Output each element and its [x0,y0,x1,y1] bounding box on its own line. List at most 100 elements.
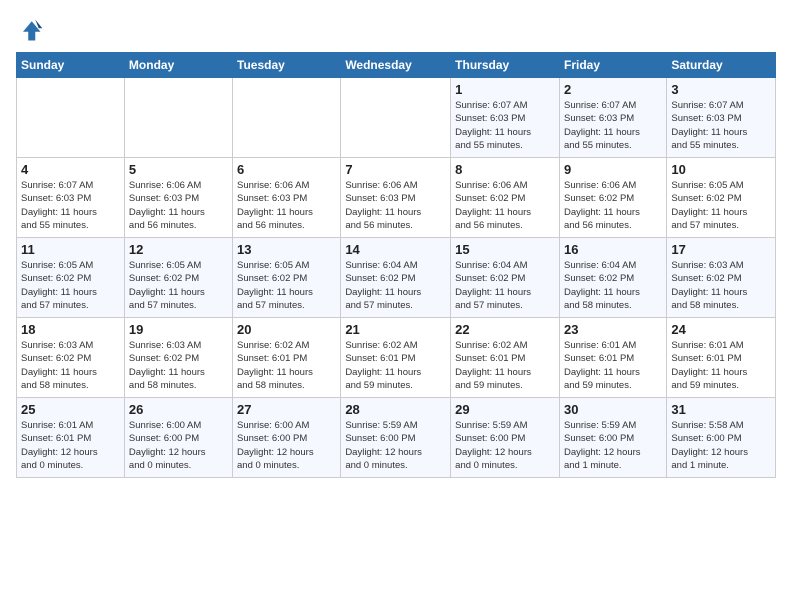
day-number: 19 [129,322,228,337]
day-number: 3 [671,82,771,97]
day-number: 18 [21,322,120,337]
day-info: Sunrise: 6:02 AM Sunset: 6:01 PM Dayligh… [237,339,336,392]
day-number: 8 [455,162,555,177]
calendar-cell: 7 Sunrise: 6:06 AM Sunset: 6:03 PM Daylig… [341,158,451,238]
weekday-header-thursday: Thursday [451,53,560,78]
calendar-cell: 26 Sunrise: 6:00 AM Sunset: 6:00 PM Dayli… [124,398,232,478]
calendar-cell: 27 Sunrise: 6:00 AM Sunset: 6:00 PM Dayli… [233,398,341,478]
calendar-cell [341,78,451,158]
day-info: Sunrise: 6:05 AM Sunset: 6:02 PM Dayligh… [21,259,120,312]
day-number: 21 [345,322,446,337]
day-number: 24 [671,322,771,337]
day-number: 25 [21,402,120,417]
calendar-week-row: 18 Sunrise: 6:03 AM Sunset: 6:02 PM Dayli… [17,318,776,398]
day-info: Sunrise: 6:07 AM Sunset: 6:03 PM Dayligh… [21,179,120,232]
day-info: Sunrise: 5:59 AM Sunset: 6:00 PM Dayligh… [564,419,662,472]
calendar-cell: 31 Sunrise: 5:58 AM Sunset: 6:00 PM Dayli… [667,398,776,478]
calendar-cell: 12Sunrise: 6:05 AM Sunset: 6:02 PM Dayli… [124,238,232,318]
calendar-week-row: 25 Sunrise: 6:01 AM Sunset: 6:01 PM Dayli… [17,398,776,478]
day-info: Sunrise: 6:05 AM Sunset: 6:02 PM Dayligh… [671,179,771,232]
calendar-cell: 10 Sunrise: 6:05 AM Sunset: 6:02 PM Dayli… [667,158,776,238]
day-info: Sunrise: 6:07 AM Sunset: 6:03 PM Dayligh… [564,99,662,152]
day-info: Sunrise: 6:03 AM Sunset: 6:02 PM Dayligh… [671,259,771,312]
calendar-cell: 21Sunrise: 6:02 AM Sunset: 6:01 PM Dayli… [341,318,451,398]
day-info: Sunrise: 5:59 AM Sunset: 6:00 PM Dayligh… [455,419,555,472]
day-info: Sunrise: 6:06 AM Sunset: 6:02 PM Dayligh… [564,179,662,232]
day-info: Sunrise: 6:05 AM Sunset: 6:02 PM Dayligh… [237,259,336,312]
day-info: Sunrise: 6:03 AM Sunset: 6:02 PM Dayligh… [21,339,120,392]
calendar-cell: 3 Sunrise: 6:07 AM Sunset: 6:03 PM Daylig… [667,78,776,158]
day-number: 28 [345,402,446,417]
day-number: 17 [671,242,771,257]
calendar-cell: 5Sunrise: 6:06 AM Sunset: 6:03 PM Daylig… [124,158,232,238]
calendar-cell: 30 Sunrise: 5:59 AM Sunset: 6:00 PM Dayli… [559,398,666,478]
calendar-cell: 11 Sunrise: 6:05 AM Sunset: 6:02 PM Dayli… [17,238,125,318]
day-number: 10 [671,162,771,177]
day-info: Sunrise: 6:04 AM Sunset: 6:02 PM Dayligh… [564,259,662,312]
calendar-week-row: 11 Sunrise: 6:05 AM Sunset: 6:02 PM Dayli… [17,238,776,318]
calendar-cell: 25 Sunrise: 6:01 AM Sunset: 6:01 PM Dayli… [17,398,125,478]
weekday-header-wednesday: Wednesday [341,53,451,78]
day-info: Sunrise: 6:00 AM Sunset: 6:00 PM Dayligh… [129,419,228,472]
calendar-cell: 24 Sunrise: 6:01 AM Sunset: 6:01 PM Dayli… [667,318,776,398]
day-info: Sunrise: 6:07 AM Sunset: 6:03 PM Dayligh… [671,99,771,152]
calendar-cell: 13Sunrise: 6:05 AM Sunset: 6:02 PM Dayli… [233,238,341,318]
day-number: 6 [237,162,336,177]
header-area [16,16,776,44]
day-number: 30 [564,402,662,417]
calendar-cell: 17 Sunrise: 6:03 AM Sunset: 6:02 PM Dayli… [667,238,776,318]
day-number: 23 [564,322,662,337]
day-info: Sunrise: 6:00 AM Sunset: 6:00 PM Dayligh… [237,419,336,472]
calendar-week-row: 4Sunrise: 6:07 AM Sunset: 6:03 PM Daylig… [17,158,776,238]
day-number: 11 [21,242,120,257]
day-number: 9 [564,162,662,177]
calendar-week-row: 1 Sunrise: 6:07 AM Sunset: 6:03 PM Daylig… [17,78,776,158]
day-number: 26 [129,402,228,417]
day-number: 14 [345,242,446,257]
day-info: Sunrise: 6:06 AM Sunset: 6:02 PM Dayligh… [455,179,555,232]
weekday-header-tuesday: Tuesday [233,53,341,78]
day-number: 20 [237,322,336,337]
day-number: 31 [671,402,771,417]
calendar-cell: 18 Sunrise: 6:03 AM Sunset: 6:02 PM Dayli… [17,318,125,398]
calendar-cell: 16 Sunrise: 6:04 AM Sunset: 6:02 PM Dayli… [559,238,666,318]
day-number: 5 [129,162,228,177]
weekday-header-friday: Friday [559,53,666,78]
day-info: Sunrise: 5:58 AM Sunset: 6:00 PM Dayligh… [671,419,771,472]
calendar-cell: 15 Sunrise: 6:04 AM Sunset: 6:02 PM Dayli… [451,238,560,318]
day-number: 22 [455,322,555,337]
calendar-cell: 28 Sunrise: 5:59 AM Sunset: 6:00 PM Dayli… [341,398,451,478]
day-info: Sunrise: 6:03 AM Sunset: 6:02 PM Dayligh… [129,339,228,392]
calendar-cell: 1 Sunrise: 6:07 AM Sunset: 6:03 PM Daylig… [451,78,560,158]
day-info: Sunrise: 6:06 AM Sunset: 6:03 PM Dayligh… [345,179,446,232]
calendar-cell [233,78,341,158]
calendar-cell: 23Sunrise: 6:01 AM Sunset: 6:01 PM Dayli… [559,318,666,398]
day-info: Sunrise: 6:01 AM Sunset: 6:01 PM Dayligh… [21,419,120,472]
logo-icon [16,16,44,44]
calendar-cell: 14 Sunrise: 6:04 AM Sunset: 6:02 PM Dayli… [341,238,451,318]
weekday-header-monday: Monday [124,53,232,78]
day-info: Sunrise: 5:59 AM Sunset: 6:00 PM Dayligh… [345,419,446,472]
day-info: Sunrise: 6:01 AM Sunset: 6:01 PM Dayligh… [671,339,771,392]
calendar-cell [17,78,125,158]
calendar-cell: 6 Sunrise: 6:06 AM Sunset: 6:03 PM Daylig… [233,158,341,238]
day-number: 16 [564,242,662,257]
day-info: Sunrise: 6:04 AM Sunset: 6:02 PM Dayligh… [345,259,446,312]
calendar-cell: 20 Sunrise: 6:02 AM Sunset: 6:01 PM Dayli… [233,318,341,398]
day-info: Sunrise: 6:07 AM Sunset: 6:03 PM Dayligh… [455,99,555,152]
day-info: Sunrise: 6:06 AM Sunset: 6:03 PM Dayligh… [237,179,336,232]
day-number: 27 [237,402,336,417]
calendar-cell [124,78,232,158]
day-info: Sunrise: 6:04 AM Sunset: 6:02 PM Dayligh… [455,259,555,312]
day-number: 7 [345,162,446,177]
day-number: 1 [455,82,555,97]
day-info: Sunrise: 6:05 AM Sunset: 6:02 PM Dayligh… [129,259,228,312]
calendar-table: SundayMondayTuesdayWednesdayThursdayFrid… [16,52,776,478]
calendar-cell: 22Sunrise: 6:02 AM Sunset: 6:01 PM Dayli… [451,318,560,398]
weekday-header-sunday: Sunday [17,53,125,78]
day-number: 15 [455,242,555,257]
logo [16,16,48,44]
calendar-cell: 29 Sunrise: 5:59 AM Sunset: 6:00 PM Dayli… [451,398,560,478]
day-number: 29 [455,402,555,417]
weekday-header-row: SundayMondayTuesdayWednesdayThursdayFrid… [17,53,776,78]
